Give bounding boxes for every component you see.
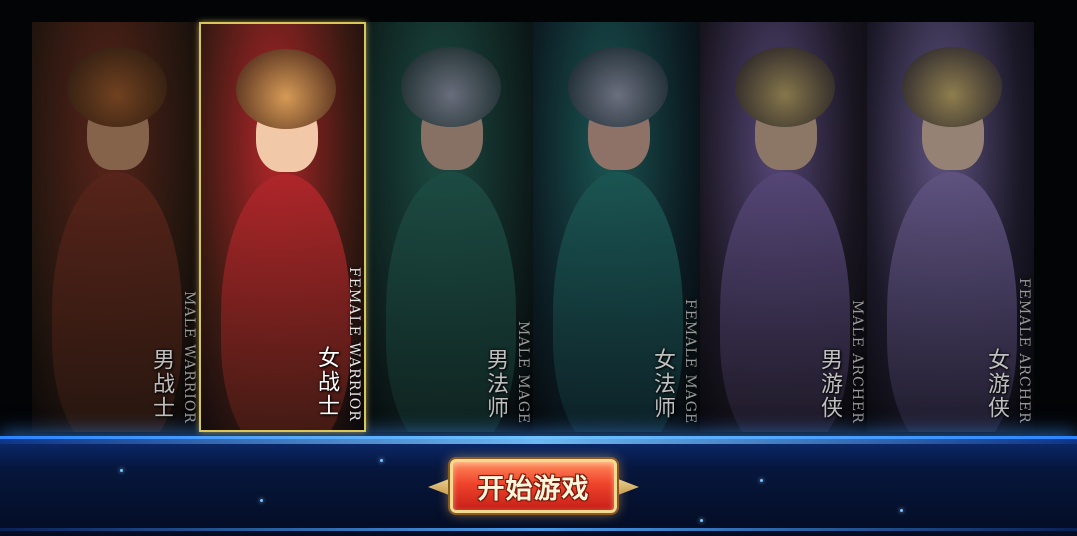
character-card-female-warrior[interactable]: 女战士 FEMALE WARRIOR [199,22,366,432]
character-select-screen: 男战士 MALE WARRIOR 女战士 FEMALE WARRIOR 男法师 … [0,0,1077,536]
character-card-female-mage[interactable]: 女法师 FEMALE MAGE [533,22,700,432]
character-name-en: MALE ARCHER [849,300,865,424]
start-game-label: 开始游戏 [477,473,590,505]
bar-bottom-line [0,528,1077,531]
character-card-row: 男战士 MALE WARRIOR 女战士 FEMALE WARRIOR 男法师 … [32,22,1034,432]
character-card-male-warrior[interactable]: 男战士 MALE WARRIOR [32,22,199,432]
character-card-male-archer[interactable]: 男游侠 MALE ARCHER [700,22,867,432]
character-name-en: FEMALE MAGE [682,298,698,424]
character-name-cn: 男法师 [483,348,508,420]
start-button-frame: 开始游戏 [428,456,637,518]
character-card-female-archer[interactable]: 女游侠 FEMALE ARCHER [867,22,1034,432]
character-name-en: MALE MAGE [515,320,531,424]
character-card-male-mage[interactable]: 男法师 MALE MAGE [366,22,533,432]
character-name-en: MALE WARRIOR [181,291,197,424]
character-name-cn: 男战士 [149,348,174,420]
start-game-button[interactable]: 开始游戏 [450,459,617,513]
character-name-cn: 男游侠 [817,348,842,420]
bar-glow-line [0,436,1077,444]
character-name-cn: 女游侠 [984,348,1009,420]
character-name-cn: 女法师 [650,348,675,420]
character-name-en: FEMALE ARCHER [1016,278,1032,424]
character-name-cn: 女战士 [314,346,339,418]
character-name-en: FEMALE WARRIOR [346,267,362,422]
